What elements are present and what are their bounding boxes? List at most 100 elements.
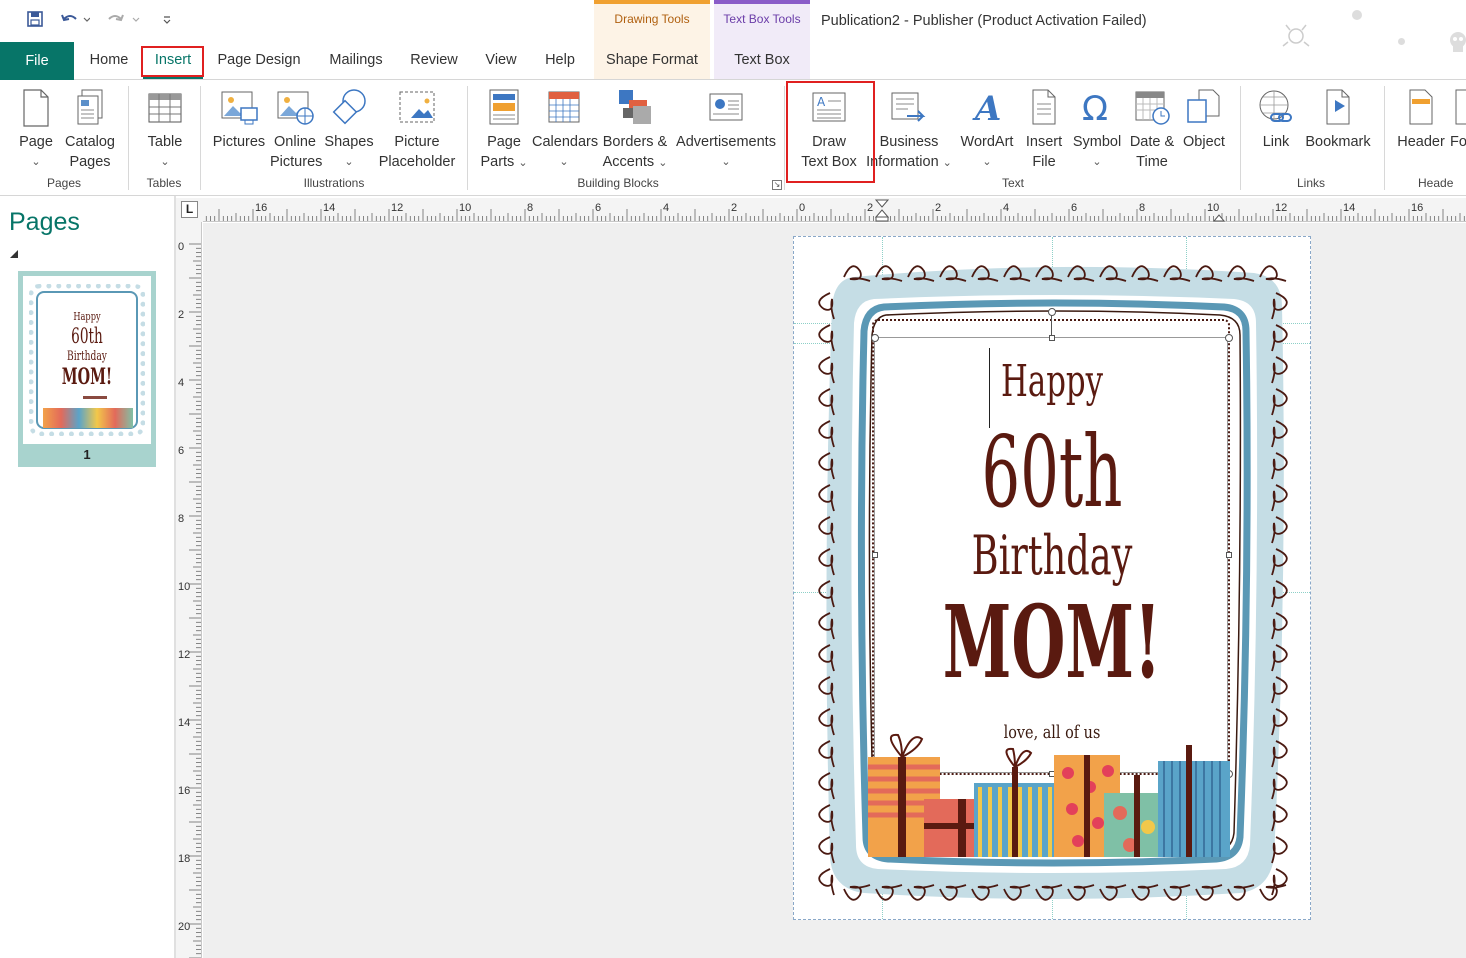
header-button[interactable]: Header — [1394, 88, 1448, 152]
online-pictures-label-1: Online — [274, 134, 316, 150]
table-button-label: Table — [147, 134, 183, 150]
insert-file-label-1: Insert — [1025, 134, 1063, 150]
resize-handle[interactable] — [871, 334, 879, 342]
ruler-corner[interactable]: L — [176, 198, 203, 222]
header-icon — [1409, 89, 1433, 125]
tab-shape-format[interactable]: Shape Format — [594, 42, 710, 79]
illustrations-group-label: Illustrations — [303, 176, 365, 190]
bookmark-button[interactable]: Bookmark — [1302, 88, 1374, 152]
workspace-canvas[interactable]: Happy 60th Birthday MOM! love, all of us — [203, 223, 1466, 958]
ruler-label: 0 — [178, 241, 184, 253]
table-icon — [148, 93, 182, 123]
undo-icon[interactable] — [58, 8, 92, 30]
advertisements-button[interactable]: Advertisements ⌄ — [674, 88, 778, 172]
borders-accents-button[interactable]: Borders & Accents ⌄ — [600, 88, 670, 173]
page-parts-label-1: Page — [487, 134, 521, 150]
ruler-label: 8 — [527, 202, 533, 214]
business-information-icon — [891, 92, 926, 122]
footer-button[interactable]: Fo — [1450, 88, 1466, 152]
collapse-triangle-icon[interactable] — [10, 250, 18, 258]
tab-home[interactable]: Home — [78, 42, 140, 79]
page-button-label: Page — [19, 134, 53, 150]
bookmark-icon — [1326, 89, 1350, 125]
tab-page-design[interactable]: Page Design — [208, 42, 310, 79]
tab-file[interactable]: File — [0, 42, 74, 80]
page-parts-button[interactable]: Page Parts ⌄ — [478, 88, 530, 173]
chevron-down-icon: ⌄ — [721, 156, 731, 168]
catalog-pages-label-2: Pages — [69, 154, 111, 170]
insert-tab-highlight — [141, 46, 204, 77]
picture-placeholder-label-2: Placeholder — [378, 154, 456, 170]
chevron-down-icon: ⌄ — [344, 156, 354, 168]
card-line-mom[interactable]: MOM! — [942, 586, 1161, 698]
card-line-happy[interactable]: Happy — [928, 356, 1176, 407]
pictures-button[interactable]: Pictures — [212, 88, 266, 152]
calendars-icon — [548, 91, 580, 123]
horizontal-ruler[interactable]: 1614121086420224681012141618 — [203, 198, 1466, 222]
right-indent-icon[interactable] — [1212, 209, 1226, 222]
calendars-button[interactable]: Calendars ⌄ — [532, 88, 598, 172]
selected-text-box[interactable]: Happy 60th Birthday MOM! love, all of us — [871, 308, 1233, 778]
publication-page[interactable]: Happy 60th Birthday MOM! love, all of us — [793, 236, 1311, 920]
catalog-pages-label-1: Catalog — [65, 134, 115, 150]
online-pictures-button[interactable]: Online Pictures — [270, 88, 322, 172]
date-time-button[interactable]: Date & Time — [1126, 88, 1178, 172]
rotation-handle[interactable] — [1048, 308, 1056, 316]
ruler-label: 8 — [1139, 202, 1145, 214]
picture-placeholder-button[interactable]: Picture Placeholder — [376, 88, 458, 172]
wordart-button[interactable]: A WordArt ⌄ — [958, 88, 1016, 172]
resize-handle[interactable] — [1049, 335, 1055, 341]
insert-file-icon — [1032, 89, 1056, 125]
catalog-pages-button[interactable]: Catalog Pages — [62, 88, 118, 172]
object-label: Object — [1183, 134, 1225, 150]
page-parts-icon — [489, 89, 519, 125]
dialog-launcher-icon[interactable]: ↘ — [772, 180, 782, 190]
footer-icon — [1455, 89, 1466, 125]
building-blocks-group-label: Building Blocks — [577, 176, 659, 190]
ruler-label: 2 — [731, 202, 737, 214]
thumbnail-line-1: Happy — [73, 310, 101, 323]
tab-view[interactable]: View — [474, 42, 528, 79]
card-line-60th[interactable]: 60th — [942, 418, 1161, 528]
tab-mailings[interactable]: Mailings — [318, 42, 394, 79]
tab-review[interactable]: Review — [402, 42, 466, 79]
shapes-label: Shapes — [324, 134, 374, 150]
window-title: Publication2 - Publisher (Product Activa… — [821, 13, 1147, 29]
save-icon[interactable] — [24, 8, 46, 30]
page-thumbnail[interactable]: Happy 60th Birthday MOM! 1 — [18, 271, 156, 467]
group-divider — [784, 86, 785, 190]
tab-help[interactable]: Help — [536, 42, 584, 79]
customize-quick-access-icon[interactable] — [156, 8, 178, 30]
resize-handle[interactable] — [1226, 552, 1232, 558]
group-divider — [1384, 86, 1385, 190]
indent-marker-icon[interactable] — [874, 198, 890, 222]
table-button[interactable]: Table ⌄ — [142, 88, 188, 172]
pictures-label: Pictures — [212, 134, 266, 150]
thumbnail-line-4: MOM! — [61, 364, 113, 390]
resize-handle[interactable] — [1225, 334, 1233, 342]
ruler-label: 2 — [178, 309, 184, 321]
insert-file-button[interactable]: Insert File — [1020, 88, 1068, 172]
object-button[interactable]: Object — [1180, 88, 1228, 152]
page-button[interactable]: Page ⌄ — [14, 88, 58, 172]
redo-icon[interactable] — [104, 8, 144, 30]
picture-placeholder-icon — [399, 91, 435, 123]
ruler-label: 16 — [178, 785, 190, 797]
ruler-label: 2 — [867, 202, 873, 214]
ruler-label: 12 — [178, 649, 190, 661]
card-line-birthday[interactable]: Birthday — [932, 524, 1173, 587]
pages-pane: Pages Happy 60th Birthday MOM! 1 — [0, 196, 174, 958]
svg-text:Ω: Ω — [1082, 89, 1108, 128]
link-button[interactable]: Link — [1254, 88, 1298, 152]
resize-handle[interactable] — [872, 552, 878, 558]
ruler-label: 16 — [1411, 202, 1423, 214]
ruler-label: 6 — [1071, 202, 1077, 214]
symbol-button[interactable]: Ω Symbol ⌄ — [1070, 88, 1124, 172]
advertisements-label: Advertisements — [676, 134, 776, 150]
ruler-label: 2 — [935, 202, 941, 214]
shapes-button[interactable]: Shapes ⌄ — [324, 88, 374, 172]
tab-text-box[interactable]: Text Box — [714, 42, 810, 79]
ruler-label: 4 — [663, 202, 669, 214]
vertical-ruler[interactable]: 0 2 4 6 8 10 12 14 16 18 20 — [176, 222, 202, 958]
pages-pane-title: Pages — [9, 208, 80, 236]
